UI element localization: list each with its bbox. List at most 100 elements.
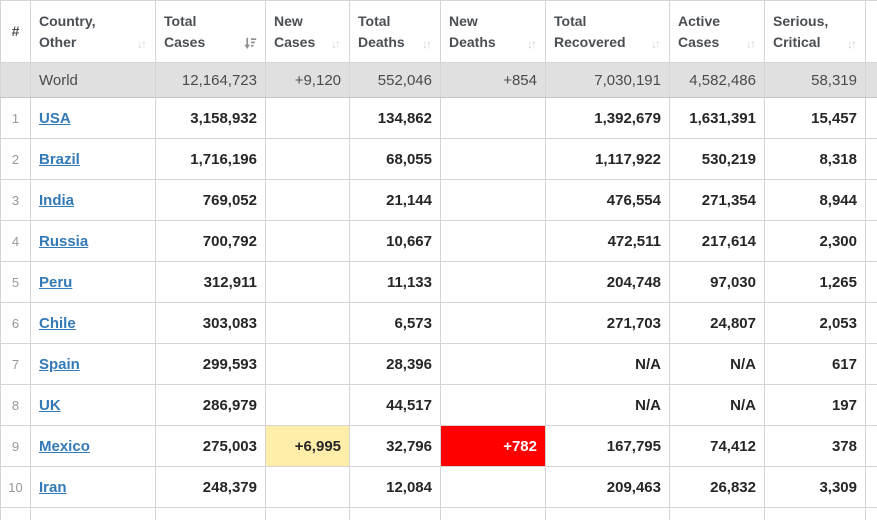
new-deaths-cell — [441, 98, 546, 139]
empty-cell — [350, 508, 441, 520]
new-cases-cell: +9,120 — [266, 63, 350, 98]
country-cell: Iran — [31, 467, 156, 508]
column-header-total_deaths[interactable]: Total Deaths↓↑ — [350, 1, 441, 63]
serious-critical-cell: 8,944 — [765, 180, 866, 221]
country-row-brazil: 2Brazil1,716,19668,0551,117,922530,2198,… — [1, 139, 877, 180]
total-cases-cell: 1,716,196 — [156, 139, 266, 180]
column-header-label: Serious, Critical — [773, 11, 828, 53]
country-link-mexico[interactable]: Mexico — [39, 438, 90, 455]
country-row-peru: 5Peru312,91111,133204,74897,0301,265 — [1, 262, 877, 303]
total-recovered-cell: 1,392,679 — [546, 98, 670, 139]
column-header-active_cases[interactable]: Active Cases↓↑ — [670, 1, 765, 63]
rank-cell: 5 — [1, 262, 31, 303]
active-cases-cell: 530,219 — [670, 139, 765, 180]
new-cases-cell — [266, 303, 350, 344]
country-cell: India — [31, 180, 156, 221]
country-link-russia[interactable]: Russia — [39, 233, 88, 250]
total-deaths-cell: 10,667 — [350, 221, 441, 262]
new-deaths-cell — [441, 180, 546, 221]
country-row-mexico: 9Mexico275,003+6,99532,796+782167,79574,… — [1, 426, 877, 467]
total-recovered-cell: 167,795 — [546, 426, 670, 467]
total-deaths-cell: 44,517 — [350, 385, 441, 426]
rank-cell: 3 — [1, 180, 31, 221]
rank-cell: 7 — [1, 344, 31, 385]
serious-critical-cell: 2,053 — [765, 303, 866, 344]
country-row-chile: 6Chile303,0836,573271,70324,8072,053 — [1, 303, 877, 344]
total-recovered-cell: 7,030,191 — [546, 63, 670, 98]
active-cases-cell: N/A — [670, 344, 765, 385]
column-header-country[interactable]: Country, Other↓↑ — [31, 1, 156, 63]
empty-cell — [546, 508, 670, 520]
active-cases-cell: 24,807 — [670, 303, 765, 344]
table-header: #Country, Other↓↑Total CasesNew Cases↓↑T… — [1, 1, 877, 63]
total-deaths-cell: 134,862 — [350, 98, 441, 139]
column-header-serious_critical[interactable]: Serious, Critical ↓↑ — [765, 1, 866, 63]
total-cases-cell: 286,979 — [156, 385, 266, 426]
clipped-column-cell — [866, 303, 877, 344]
column-header-total_cases[interactable]: Total Cases — [156, 1, 266, 63]
active-cases-cell: 1,631,391 — [670, 98, 765, 139]
country-link-uk[interactable]: UK — [39, 397, 61, 414]
sort-updown-icon: ↓↑ — [422, 37, 432, 51]
world-label: World — [31, 63, 156, 98]
new-deaths-cell — [441, 344, 546, 385]
total-recovered-cell: 476,554 — [546, 180, 670, 221]
country-cell: UK — [31, 385, 156, 426]
clipped-column-cell — [866, 180, 877, 221]
column-header-clipped — [866, 1, 877, 63]
serious-critical-cell: 1,265 — [765, 262, 866, 303]
country-cell: Chile — [31, 303, 156, 344]
covid-table-viewport: #Country, Other↓↑Total CasesNew Cases↓↑T… — [0, 0, 877, 520]
serious-critical-cell: 3,309 — [765, 467, 866, 508]
active-cases-cell: 26,832 — [670, 467, 765, 508]
empty-cell — [1, 508, 31, 520]
new-deaths-cell — [441, 303, 546, 344]
rank-cell: 8 — [1, 385, 31, 426]
new-cases-cell — [266, 98, 350, 139]
sort-updown-icon: ↓↑ — [847, 37, 857, 51]
column-header-rank: # — [1, 1, 31, 63]
empty-cell — [266, 508, 350, 520]
column-header-label: Total Cases — [164, 11, 205, 53]
country-row-usa: 1USA3,158,932134,8621,392,6791,631,39115… — [1, 98, 877, 139]
new-cases-cell — [266, 139, 350, 180]
column-header-new_deaths[interactable]: New Deaths↓↑ — [441, 1, 546, 63]
total-recovered-cell: N/A — [546, 385, 670, 426]
serious-critical-cell: 8,318 — [765, 139, 866, 180]
clipped-column-cell — [866, 63, 877, 98]
total-cases-cell: 303,083 — [156, 303, 266, 344]
empty-cell — [156, 508, 266, 520]
clipped-column-cell — [866, 426, 877, 467]
column-header-label: # — [12, 21, 20, 42]
clipped-column-cell — [866, 344, 877, 385]
total-deaths-cell: 21,144 — [350, 180, 441, 221]
country-row-india: 3India769,05221,144476,554271,3548,944 — [1, 180, 877, 221]
new-deaths-cell — [441, 139, 546, 180]
new-cases-cell — [266, 344, 350, 385]
total-deaths-cell: 6,573 — [350, 303, 441, 344]
active-cases-cell: 4,582,486 — [670, 63, 765, 98]
country-link-spain[interactable]: Spain — [39, 356, 80, 373]
empty-cell — [441, 508, 546, 520]
column-header-new_cases[interactable]: New Cases↓↑ — [266, 1, 350, 63]
new-cases-cell — [266, 221, 350, 262]
country-link-chile[interactable]: Chile — [39, 315, 76, 332]
serious-critical-cell: 378 — [765, 426, 866, 467]
country-link-usa[interactable]: USA — [39, 110, 71, 127]
country-link-brazil[interactable]: Brazil — [39, 151, 80, 168]
total-cases-cell: 769,052 — [156, 180, 266, 221]
table-row-partial — [1, 508, 877, 520]
total-deaths-cell: 552,046 — [350, 63, 441, 98]
column-header-label: Total Recovered — [554, 11, 626, 53]
country-link-iran[interactable]: Iran — [39, 479, 67, 496]
country-cell: Brazil — [31, 139, 156, 180]
active-cases-cell: N/A — [670, 385, 765, 426]
country-link-peru[interactable]: Peru — [39, 274, 72, 291]
new-cases-cell: +6,995 — [266, 426, 350, 467]
header-row: #Country, Other↓↑Total CasesNew Cases↓↑T… — [1, 1, 877, 63]
new-deaths-cell — [441, 221, 546, 262]
serious-critical-cell: 197 — [765, 385, 866, 426]
total-cases-cell: 700,792 — [156, 221, 266, 262]
column-header-total_recovered[interactable]: Total Recovered↓↑ — [546, 1, 670, 63]
country-link-india[interactable]: India — [39, 192, 74, 209]
